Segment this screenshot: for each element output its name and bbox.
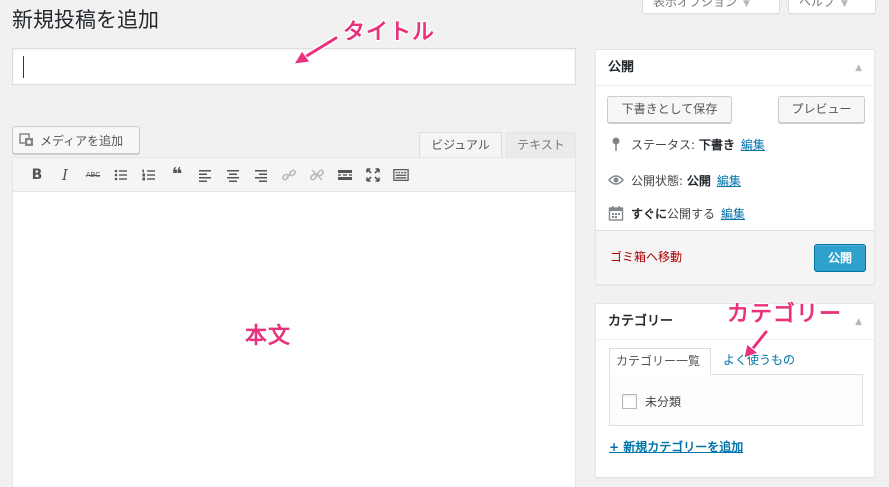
blockquote-icon[interactable]: ❝ <box>163 163 191 187</box>
schedule-label: 公開する <box>667 206 716 221</box>
collapse-arrow-icon[interactable]: ▲ <box>855 50 862 86</box>
category-list: 未分類 <box>609 374 863 426</box>
add-new-category-link[interactable]: + 新規カテゴリーを追加 <box>609 438 743 455</box>
annotation-title: タイトル <box>343 20 436 45</box>
publish-heading: 公開 <box>608 60 635 75</box>
publish-box-header: 公開 ▲ <box>596 50 874 86</box>
screen-options-button[interactable]: 表示オプション ▼ <box>642 0 780 14</box>
category-checkbox[interactable] <box>622 394 637 409</box>
italic-icon[interactable]: I <box>51 163 79 187</box>
schedule-row: すぐに 公開する 編集 <box>607 203 745 223</box>
tab-visual[interactable]: ビジュアル <box>419 132 502 158</box>
content-editor[interactable]: B I ABC ❝ <box>12 157 576 487</box>
read-more-icon[interactable] <box>331 163 359 187</box>
publish-actions: ゴミ箱へ移動 公開 <box>596 230 874 284</box>
annotation-body: 本文 <box>245 324 292 349</box>
chevron-down-icon: ▼ <box>743 0 750 9</box>
status-label: ステータス: <box>631 137 696 152</box>
toolbar-toggle-icon[interactable] <box>387 163 415 187</box>
add-media-button[interactable]: メディアを追加 <box>12 126 140 154</box>
strikethrough-icon[interactable]: ABC <box>79 163 107 187</box>
help-label: ヘルプ <box>799 0 836 9</box>
visibility-value: 公開 <box>686 173 711 188</box>
category-heading: カテゴリー <box>608 314 674 329</box>
status-value: 下書き <box>698 137 735 152</box>
schedule-value: すぐに <box>631 206 668 221</box>
remove-link-icon[interactable] <box>303 163 331 187</box>
publish-box: 公開 ▲ 下書きとして保存 プレビュー ステータス: 下書き 編集 公開状態: … <box>595 49 875 285</box>
move-to-trash-link[interactable]: ゴミ箱へ移動 <box>610 248 682 265</box>
eye-icon <box>607 174 625 186</box>
editor-toolbar: B I ABC ❝ <box>13 158 575 192</box>
bullet-list-icon[interactable] <box>107 163 135 187</box>
calendar-icon <box>607 205 625 221</box>
edit-status-link[interactable]: 編集 <box>741 136 765 153</box>
save-draft-button[interactable]: 下書きとして保存 <box>607 96 732 123</box>
preview-button[interactable]: プレビュー <box>778 96 865 123</box>
annotation-arrow-title <box>293 35 339 65</box>
italic-glyph: I <box>62 165 68 184</box>
insert-link-icon[interactable] <box>275 163 303 187</box>
visibility-row: 公開状態: 公開 編集 <box>607 170 741 190</box>
align-left-icon[interactable] <box>191 163 219 187</box>
pin-icon <box>607 136 625 152</box>
post-status-row: ステータス: 下書き 編集 <box>607 134 765 154</box>
edit-schedule-link[interactable]: 編集 <box>721 205 745 222</box>
category-item[interactable]: 未分類 <box>622 393 681 410</box>
align-center-icon[interactable] <box>219 163 247 187</box>
bold-icon[interactable]: B <box>23 163 51 187</box>
category-box: カテゴリー ▲ カテゴリー一覧 よく使うもの 未分類 + 新規カテゴリーを追加 <box>595 303 875 478</box>
annotation-arrow-category <box>743 329 769 359</box>
category-label: 未分類 <box>645 395 682 409</box>
tab-text[interactable]: テキスト <box>506 132 576 158</box>
bold-glyph: B <box>31 166 43 183</box>
media-icon <box>19 132 35 148</box>
numbered-list-icon[interactable] <box>135 163 163 187</box>
page-title: 新規投稿を追加 <box>12 8 159 32</box>
annotation-category: カテゴリー <box>727 302 843 327</box>
visibility-label: 公開状態: <box>631 173 684 188</box>
text-cursor <box>23 56 24 78</box>
fullscreen-icon[interactable] <box>359 163 387 187</box>
screen-options-label: 表示オプション <box>653 0 738 9</box>
chevron-down-icon: ▼ <box>841 0 848 9</box>
add-media-label: メディアを追加 <box>40 133 124 148</box>
help-button[interactable]: ヘルプ ▼ <box>788 0 876 14</box>
collapse-arrow-icon[interactable]: ▲ <box>855 304 862 340</box>
tab-all-categories[interactable]: カテゴリー一覧 <box>609 348 711 375</box>
publish-button[interactable]: 公開 <box>814 244 866 272</box>
align-right-icon[interactable] <box>247 163 275 187</box>
quote-glyph: ❝ <box>171 164 183 185</box>
edit-visibility-link[interactable]: 編集 <box>717 172 741 189</box>
strike-glyph: ABC <box>85 170 101 179</box>
